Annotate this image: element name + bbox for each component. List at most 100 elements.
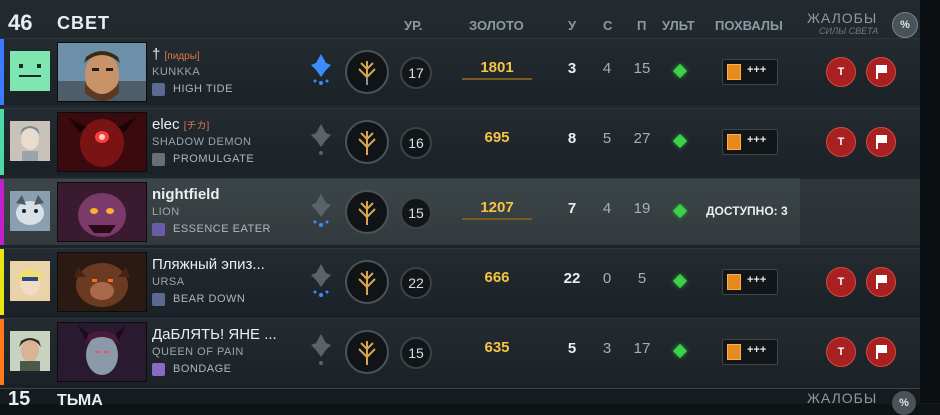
hero-name: URSA: [152, 276, 185, 288]
player-name[interactable]: elec [チカ]: [152, 116, 209, 133]
player-row: † [пидры] KUNKKA HIGH TIDE 17 1801 3 4 1…: [0, 38, 920, 105]
gold-amount: 635: [484, 339, 510, 356]
player-color-stripe: [0, 249, 4, 315]
player-color-stripe: [0, 39, 4, 105]
ult-ready-icon: [672, 273, 688, 289]
praise-button[interactable]: +++: [722, 59, 778, 85]
ult-ready-icon: [672, 343, 688, 359]
hourglass-icon: [152, 293, 165, 306]
world-background-strip: [920, 0, 940, 403]
gold-amount: 666: [484, 269, 510, 286]
player-color-stripe: [0, 319, 4, 385]
hero-portrait-queen-of-pain[interactable]: [57, 322, 147, 382]
report-button[interactable]: [866, 127, 896, 157]
talent-tree-icon[interactable]: [344, 189, 390, 235]
player-name-main: elec: [152, 116, 180, 133]
player-name[interactable]: nightfield: [152, 186, 220, 203]
deaths: 0: [602, 270, 612, 287]
hero-name: QUEEN OF PAIN: [152, 346, 244, 358]
kills: 8: [567, 130, 577, 147]
talent-name: BEAR DOWN: [173, 293, 246, 305]
talent-name: HIGH TIDE: [173, 83, 233, 95]
col-level: УР.: [404, 18, 423, 33]
hero-name: LION: [152, 206, 180, 218]
dire-header: 15 ТЬМА ЖАЛОБЫ %: [0, 388, 940, 415]
spirit-icon: [311, 264, 331, 297]
talent-tree-icon[interactable]: [344, 259, 390, 305]
col-complaints: ЖАЛОБЫ: [807, 10, 878, 26]
talent-badge[interactable]: BEAR DOWN: [152, 292, 245, 307]
deaths: 4: [602, 60, 612, 77]
hero-portrait-kunkka[interactable]: [57, 42, 147, 102]
talent-badge[interactable]: ESSENCE EATER: [152, 222, 271, 237]
praise-button[interactable]: +++: [722, 269, 778, 295]
player-row: Пляжный эпиз... URSA BEAR DOWN 22 666 22…: [0, 248, 920, 315]
player-name[interactable]: Пляжный эпиз...: [152, 256, 265, 273]
talent-badge[interactable]: HIGH TIDE: [152, 82, 232, 97]
promulgate-icon: [152, 153, 165, 166]
report-button[interactable]: [866, 337, 896, 367]
mute-button[interactable]: T: [826, 267, 856, 297]
report-button[interactable]: [866, 267, 896, 297]
praise-button[interactable]: +++: [722, 129, 778, 155]
hero-portrait-shadow-demon[interactable]: [57, 112, 147, 172]
praise-label: +++: [747, 274, 767, 286]
mute-button[interactable]: T: [826, 127, 856, 157]
player-avatar[interactable]: [10, 261, 50, 301]
praise-label: +++: [747, 64, 767, 76]
report-button[interactable]: [866, 57, 896, 87]
toggle-complaints-button[interactable]: %: [892, 12, 918, 38]
player-avatar[interactable]: [10, 51, 50, 91]
radiant-header: 46 СВЕТ УР. ЗОЛОТО У С П УЛЬТ ПОХВАЛЫ ЖА…: [0, 4, 940, 38]
team-name: СВЕТ: [57, 13, 110, 33]
player-avatar[interactable]: [10, 331, 50, 371]
assists: 19: [633, 200, 651, 217]
player-color-stripe: [0, 179, 4, 245]
player-name-main: Пляжный эпиз...: [152, 256, 265, 273]
hero-level: 22: [400, 267, 432, 299]
player-row-self: nightfield LION ESSENCE EATER 15 1207 7 …: [0, 178, 920, 245]
kills: 5: [567, 340, 577, 357]
talent-tree-icon[interactable]: [344, 329, 390, 375]
hourglass-icon: [152, 83, 165, 96]
ult-ready-icon: [672, 203, 688, 219]
praise-icon: [727, 64, 741, 80]
praise-available: ДОСТУПНО: 3: [706, 204, 788, 218]
hero-level: 15: [400, 337, 432, 369]
hero-portrait-lion[interactable]: [57, 182, 147, 242]
player-name[interactable]: ДаБЛЯТЬ! ЯНЕ ...: [152, 326, 277, 343]
player-name-main: ДаБЛЯТЬ! ЯНЕ ...: [152, 326, 277, 343]
talent-badge[interactable]: PROMULGATE: [152, 152, 254, 167]
col-praise: ПОХВАЛЫ: [715, 18, 783, 33]
kills: 22: [563, 270, 581, 287]
col-ult: УЛЬТ: [662, 18, 695, 33]
toggle-complaints-button[interactable]: %: [892, 391, 916, 415]
kills: 7: [567, 200, 577, 217]
gold-amount: 1801: [462, 59, 532, 80]
hero-level: 16: [400, 127, 432, 159]
praise-label: +++: [747, 134, 767, 146]
gold-amount: 695: [484, 129, 510, 146]
player-color-stripe: [0, 109, 4, 175]
praise-icon: [727, 344, 741, 360]
praise-icon: [727, 134, 741, 150]
mute-button[interactable]: T: [826, 57, 856, 87]
spirit-icon: [311, 334, 331, 365]
mute-button[interactable]: T: [826, 337, 856, 367]
gold-amount: 1207: [462, 199, 532, 220]
hero-portrait-ursa[interactable]: [57, 252, 147, 312]
talent-tree-icon[interactable]: [344, 49, 390, 95]
player-avatar[interactable]: [10, 121, 50, 161]
talent-name: ESSENCE EATER: [173, 223, 271, 235]
player-name-main: nightfield: [152, 186, 220, 203]
assists: 15: [633, 60, 651, 77]
player-name[interactable]: † [пидры]: [152, 46, 200, 63]
talent-badge[interactable]: BONDAGE: [152, 362, 231, 377]
praise-button[interactable]: +++: [722, 339, 778, 365]
talent-tree-icon[interactable]: [344, 119, 390, 165]
player-avatar[interactable]: [10, 191, 50, 231]
deaths: 3: [602, 340, 612, 357]
deaths: 4: [602, 200, 612, 217]
player-row: elec [チカ] SHADOW DEMON PROMULGATE 16 695…: [0, 108, 920, 175]
col-assists: П: [637, 18, 647, 33]
